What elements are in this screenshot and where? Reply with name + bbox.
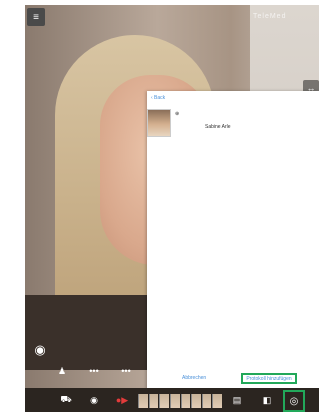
film-thumb[interactable] [180, 394, 191, 408]
film-thumb[interactable] [148, 394, 159, 408]
car-icon[interactable]: ⛟ [59, 394, 73, 406]
camera-icon[interactable]: ◉ [87, 394, 101, 406]
person-icon[interactable]: ♟ [55, 364, 69, 378]
toolbar-upper: ♟ ••• ••• [55, 363, 175, 379]
eye-icon[interactable]: ◉ [30, 340, 50, 360]
film-thumb[interactable] [169, 394, 180, 408]
add-protocol-button[interactable]: Protokoll hinzufügen [241, 373, 297, 384]
layout-icon[interactable]: ◧ [260, 394, 274, 406]
options-icon[interactable]: ••• [119, 364, 133, 378]
more-icon[interactable]: ••• [87, 364, 101, 378]
film-thumb[interactable] [201, 394, 212, 408]
record-icon[interactable]: ●▶ [115, 394, 129, 406]
app-logo: TeleMed [253, 13, 287, 20]
patient-photo [147, 109, 171, 137]
gallery-icon[interactable]: ▤ [230, 394, 244, 406]
film-thumb[interactable] [191, 394, 201, 408]
menu-icon[interactable]: ≡ [27, 8, 45, 26]
patient-name: Sabine Arle [205, 124, 231, 130]
cancel-button[interactable]: Abbrechen [182, 375, 206, 381]
video-call-screen: ≡ TeleMed ↔ ◉ ‹ Back ⊕ Sabine Arle Abbre… [25, 5, 319, 412]
film-thumb[interactable] [212, 394, 222, 408]
capture-icon[interactable]: ◎ [283, 390, 305, 412]
back-link[interactable]: ‹ Back [151, 95, 165, 101]
photo-filmstrip[interactable] [138, 394, 222, 408]
film-thumb[interactable] [138, 394, 148, 408]
add-marker-icon[interactable]: ⊕ [175, 111, 179, 117]
protocol-dialog: ‹ Back ⊕ Sabine Arle Abbrechen Protokoll… [147, 91, 319, 391]
film-thumb[interactable] [159, 394, 169, 408]
